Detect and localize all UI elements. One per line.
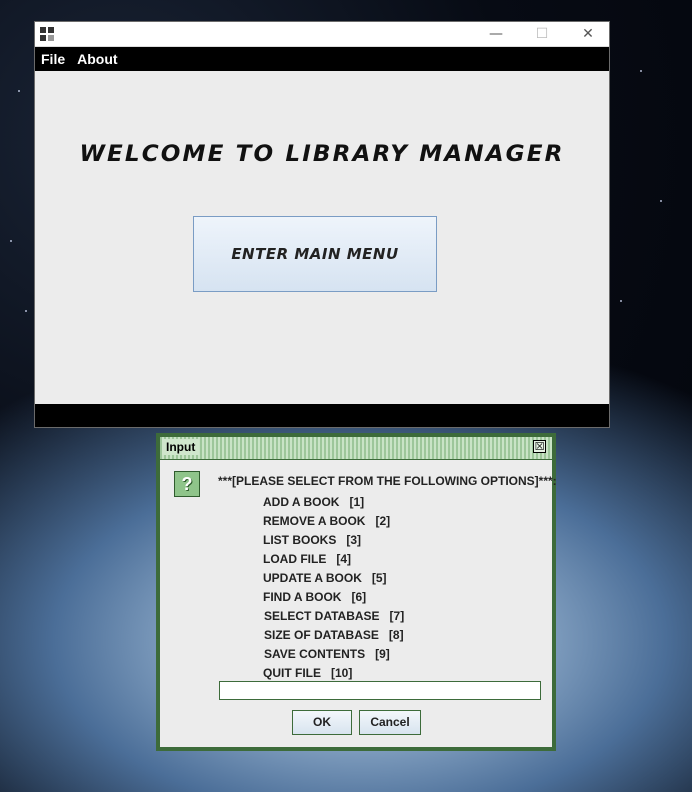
option-item: LOAD FILE [4] — [263, 552, 351, 566]
dialog-prompt: ***[PLEASE SELECT FROM THE FOLLOWING OPT… — [218, 474, 557, 488]
option-item: SIZE OF DATABASE [8] — [264, 628, 404, 642]
input-dialog: Input ☒ ? ***[PLEASE SELECT FROM THE FOL… — [156, 433, 557, 751]
option-input-field[interactable] — [219, 681, 541, 700]
enter-main-menu-button[interactable]: ENTER MAIN MENU — [193, 216, 437, 292]
status-bar — [35, 404, 609, 427]
cancel-button[interactable]: Cancel — [359, 710, 421, 735]
menu-about[interactable]: About — [77, 51, 117, 67]
ok-button[interactable]: OK — [292, 710, 352, 735]
app-icon — [40, 27, 54, 41]
option-item: FIND A BOOK [6] — [263, 590, 367, 604]
menu-bar: File About — [35, 47, 609, 71]
dialog-title: Input — [162, 439, 200, 455]
close-button[interactable]: ✕ — [565, 22, 611, 46]
main-window: — ☐ ✕ File About WELCOME TO LIBRARY MANA… — [34, 21, 610, 428]
option-item: SAVE CONTENTS [9] — [264, 647, 390, 661]
question-icon: ? — [174, 471, 200, 497]
minimize-button[interactable]: — — [473, 22, 519, 46]
menu-file[interactable]: File — [41, 51, 65, 67]
title-bar: — ☐ ✕ — [35, 22, 609, 47]
option-item: LIST BOOKS [3] — [263, 533, 362, 547]
option-item: REMOVE A BOOK [2] — [263, 514, 391, 528]
maximize-button[interactable]: ☐ — [519, 22, 565, 46]
welcome-heading: WELCOME TO LIBRARY MANAGER — [79, 142, 565, 167]
option-item: SELECT DATABASE [7] — [264, 609, 405, 623]
option-item: ADD A BOOK [1] — [263, 495, 365, 509]
options-list: ADD A BOOK [1] REMOVE A BOOK [2] LIST BO… — [263, 493, 404, 683]
option-item: UPDATE A BOOK [5] — [263, 571, 387, 585]
dialog-close-icon[interactable]: ☒ — [533, 440, 546, 453]
dialog-title-bar: Input ☒ — [160, 437, 552, 460]
